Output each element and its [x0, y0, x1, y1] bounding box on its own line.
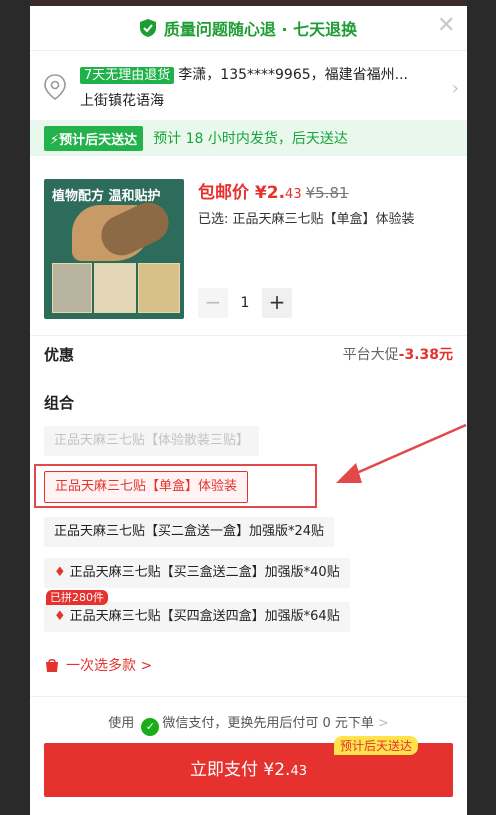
product-image-tile	[94, 263, 136, 313]
combo-option-label: 正品天麻三七贴【买四盒送四盒】加强版*64贴	[69, 609, 340, 624]
address-line-2: 上街镇花语海	[80, 93, 164, 109]
price-integer: 2.	[266, 183, 286, 203]
guarantee-banner: 质量问题随心退 · 七天退换	[30, 6, 467, 50]
payment-method-text: 微信支付，更换先用后付可 0 元下单	[162, 716, 374, 731]
combo-option-label: 正品天麻三七贴【买三盒送二盒】加强版*40贴	[69, 565, 340, 580]
product-summary: 植物配方 温和贴护 包邮价 ¥2.43 ¥5.81 已选: 正品天麻三七贴【单盒】…	[30, 176, 467, 321]
product-image-caption: 植物配方 温和贴护	[52, 189, 161, 204]
price-prefix: 包邮价 ¥	[198, 183, 267, 203]
shipping-text: 预计 18 小时内发货，后天送达	[153, 131, 348, 147]
price-decimal: 43	[285, 187, 302, 202]
combo-title: 组合	[44, 394, 75, 412]
group-buy-badge: 已拼280件	[46, 590, 108, 605]
promo-label: 优惠	[44, 346, 75, 364]
combo-option[interactable]: 正品天麻三七贴【买二盒送一盒】加强版*24贴	[44, 517, 335, 547]
combo-option[interactable]: ♦ 正品天麻三七贴【买三盒送二盒】加强版*40贴	[44, 558, 350, 588]
increase-button[interactable]: +	[262, 288, 292, 318]
bag-icon	[46, 658, 58, 672]
promo-amount: -3.38元	[398, 347, 453, 363]
divider	[30, 696, 467, 697]
order-sheet: 质量问题随心退 · 七天退换 ✕ 7天无理由退货 李潇，135****9965，福…	[30, 6, 467, 815]
return-policy-tag: 7天无理由退货	[80, 67, 175, 84]
payment-prefix: 使用	[108, 716, 135, 731]
chevron-right-icon: >	[377, 716, 389, 731]
fire-icon: ♦	[54, 609, 66, 624]
pay-button-decimal: 43	[290, 764, 307, 779]
selected-variant: 已选: 正品天麻三七贴【单盒】体验装	[198, 212, 415, 227]
quantity-stepper: − 1 +	[198, 288, 292, 318]
original-price: ¥5.81	[305, 184, 349, 202]
decrease-button[interactable]: −	[198, 288, 228, 318]
address-contact: 李潇，135****9965，福建省福州...	[178, 67, 408, 83]
divider	[30, 50, 467, 51]
wechat-pay-icon: ✓	[141, 718, 160, 736]
guarantee-text: 质量问题随心退 · 七天退换	[163, 20, 358, 39]
shipping-banner: ⚡预计后天送达 预计 18 小时内发货，后天送达	[30, 120, 467, 156]
highlight-box	[34, 464, 317, 508]
promo-row[interactable]: 优惠 平台大促-3.38元	[44, 344, 453, 365]
delivery-badge: ⚡预计后天送达	[44, 125, 144, 151]
pay-button-label: 立即支付 ¥2.	[190, 760, 291, 780]
quantity-value[interactable]: 1	[228, 295, 262, 311]
divider	[30, 335, 467, 336]
payment-method-row[interactable]: 使用 ✓ 微信支付，更换先用后付可 0 元下单 >	[30, 712, 467, 736]
address-row[interactable]: 7天无理由退货 李潇，135****9965，福建省福州... 上街镇花语海 ›	[30, 54, 467, 122]
product-image-tile	[138, 263, 180, 313]
chevron-right-icon: ›	[451, 78, 459, 99]
multi-select-link[interactable]: 一次选多款 >	[44, 655, 152, 675]
combo-option[interactable]: ♦ 正品天麻三七贴【买四盒送四盒】加强版*64贴	[44, 602, 350, 632]
shield-check-icon	[139, 19, 156, 37]
multi-select-text: 一次选多款 >	[66, 658, 153, 674]
promo-value: 平台大促-3.38元	[343, 344, 453, 364]
product-image-tile	[52, 263, 92, 313]
combo-option: 正品天麻三七贴【体验散装三贴】	[44, 426, 260, 456]
promo-desc: 平台大促	[342, 347, 399, 363]
address-line-1: 7天无理由退货 李潇，135****9965，福建省福州...	[80, 64, 440, 84]
combo-option-label: 正品天麻三七贴【买二盒送一盒】加强版*24贴	[54, 524, 325, 539]
annotation-arrow	[336, 423, 467, 483]
location-pin-icon	[44, 74, 66, 100]
close-icon[interactable]: ✕	[437, 15, 455, 37]
combo-option-label: 正品天麻三七贴【体验散装三贴】	[54, 433, 250, 448]
product-price: 包邮价 ¥2.43 ¥5.81	[198, 178, 349, 203]
fire-icon: ♦	[54, 565, 66, 580]
product-image[interactable]: 植物配方 温和贴护	[44, 179, 184, 319]
delivery-estimate-badge: 预计后天送达	[334, 736, 419, 755]
